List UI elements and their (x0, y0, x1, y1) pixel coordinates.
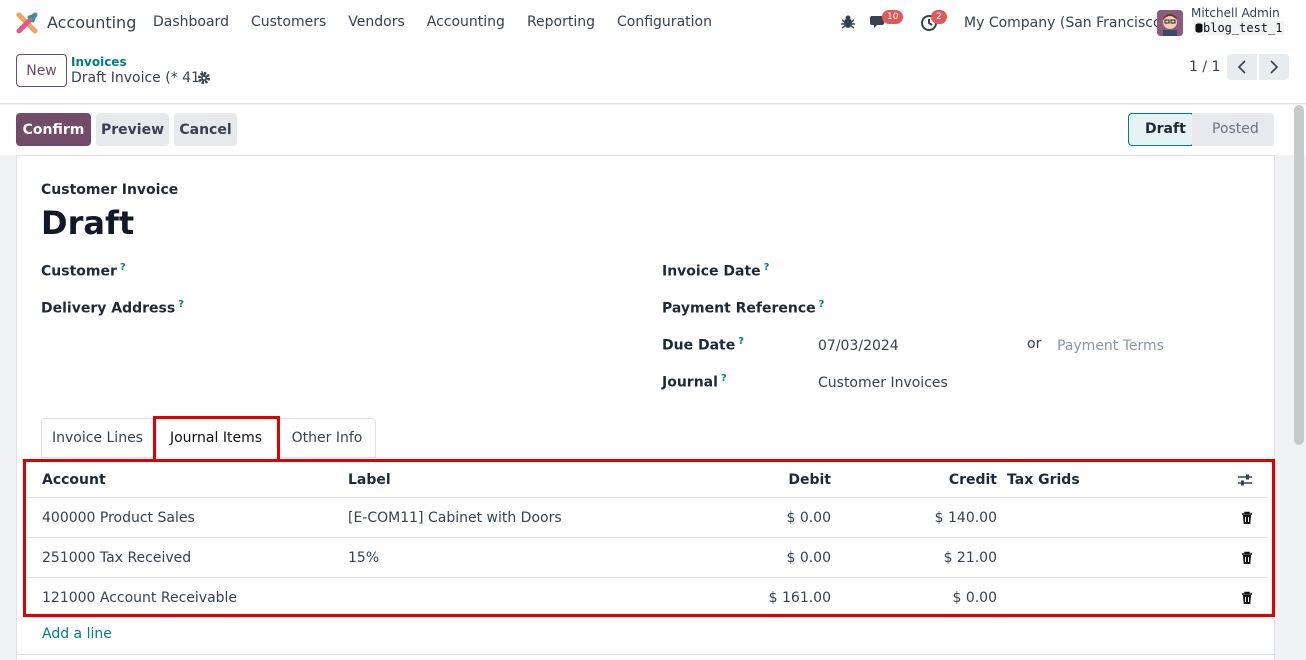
database-icon (1195, 23, 1203, 33)
divider (17, 654, 1276, 655)
company-switcher[interactable]: My Company (San Francisco) (964, 15, 1167, 31)
menu-accounting[interactable]: Accounting (427, 14, 505, 30)
new-button[interactable]: New (16, 54, 67, 87)
due-date-label-text: Due Date (662, 337, 736, 354)
help-tooltip-icon[interactable]: ? (178, 299, 184, 310)
breadcrumb-invoices[interactable]: Invoices (71, 55, 127, 69)
journal-label-text: Journal (662, 374, 718, 391)
database-name: blog_test_1 (1193, 21, 1285, 35)
pager-previous-button[interactable] (1227, 54, 1257, 80)
avatar-face-icon (1157, 10, 1183, 36)
main-menu: Dashboard Customers Vendors Accounting R… (153, 14, 734, 30)
pager-next-button[interactable] (1259, 54, 1289, 80)
help-tooltip-icon[interactable]: ? (721, 373, 727, 384)
help-tooltip-icon[interactable]: ? (819, 299, 825, 310)
menu-customers[interactable]: Customers (251, 14, 326, 30)
help-tooltip-icon[interactable]: ? (120, 262, 126, 273)
add-line-link[interactable]: Add a line (42, 626, 112, 642)
tab-invoice-lines[interactable]: Invoice Lines (41, 418, 154, 458)
document-type: Customer Invoice (41, 182, 179, 198)
top-navbar: Accounting Dashboard Customers Vendors A… (0, 0, 1306, 46)
customer-label-text: Customer (41, 263, 117, 280)
or-label: or (1027, 336, 1042, 352)
payment-reference-label: Payment Reference? (662, 299, 824, 317)
menu-vendors[interactable]: Vendors (348, 14, 404, 30)
user-name[interactable]: Mitchell Admin (1191, 6, 1280, 20)
delivery-address-label: Delivery Address? (41, 299, 184, 317)
customer-label: Customer? (41, 262, 126, 280)
invoice-date-label: Invoice Date? (662, 262, 769, 280)
invoice-form-sheet: Customer Invoice Draft Customer? Deliver… (16, 155, 1276, 660)
help-tooltip-icon[interactable]: ? (738, 336, 744, 347)
user-avatar[interactable] (1157, 10, 1183, 36)
messages-count-badge: 10 (882, 10, 904, 24)
tab-other-info[interactable]: Other Info (278, 418, 376, 458)
activities-count-badge: 2 (931, 10, 947, 24)
database-name-text: blog_test_1 (1203, 21, 1283, 35)
payment-ref-label-text: Payment Reference (662, 300, 816, 317)
breadcrumb-current: Draft Invoice (* 41) (71, 70, 206, 86)
pager-value[interactable]: 1 / 1 (1189, 59, 1220, 75)
invoice-date-label-text: Invoice Date (662, 263, 761, 280)
payment-terms-field[interactable]: Payment Terms (1057, 338, 1164, 354)
preview-button[interactable]: Preview (96, 113, 169, 146)
help-tooltip-icon[interactable]: ? (764, 262, 770, 273)
journal-field[interactable]: Customer Invoices (818, 375, 948, 391)
highlight-journal-table (23, 459, 1275, 617)
control-panel: New Invoices Draft Invoice (* 41) 1 / 1 (0, 46, 1306, 104)
document-name: Draft (41, 204, 135, 242)
status-draft[interactable]: Draft (1128, 113, 1192, 146)
menu-dashboard[interactable]: Dashboard (153, 14, 229, 30)
due-date-label: Due Date? (662, 336, 744, 354)
page-scrollbar[interactable] (1294, 105, 1304, 445)
accounting-app-icon[interactable] (16, 12, 38, 34)
chevron-right-icon (1270, 60, 1279, 74)
app-name[interactable]: Accounting (47, 13, 136, 32)
delivery-label-text: Delivery Address (41, 300, 176, 317)
confirm-button[interactable]: Confirm (16, 113, 91, 146)
menu-configuration[interactable]: Configuration (617, 14, 712, 30)
status-posted[interactable]: Posted (1192, 113, 1274, 146)
menu-reporting[interactable]: Reporting (527, 14, 595, 30)
debug-bug-icon[interactable] (840, 14, 856, 30)
gear-icon[interactable] (197, 71, 211, 85)
highlight-journal-tab (153, 416, 280, 462)
journal-label: Journal? (662, 373, 727, 391)
action-bar: Confirm Preview Cancel Draft Posted (0, 105, 1306, 155)
chevron-left-icon (1237, 60, 1246, 74)
due-date-field[interactable]: 07/03/2024 (818, 338, 899, 354)
cancel-button[interactable]: Cancel (174, 113, 237, 146)
